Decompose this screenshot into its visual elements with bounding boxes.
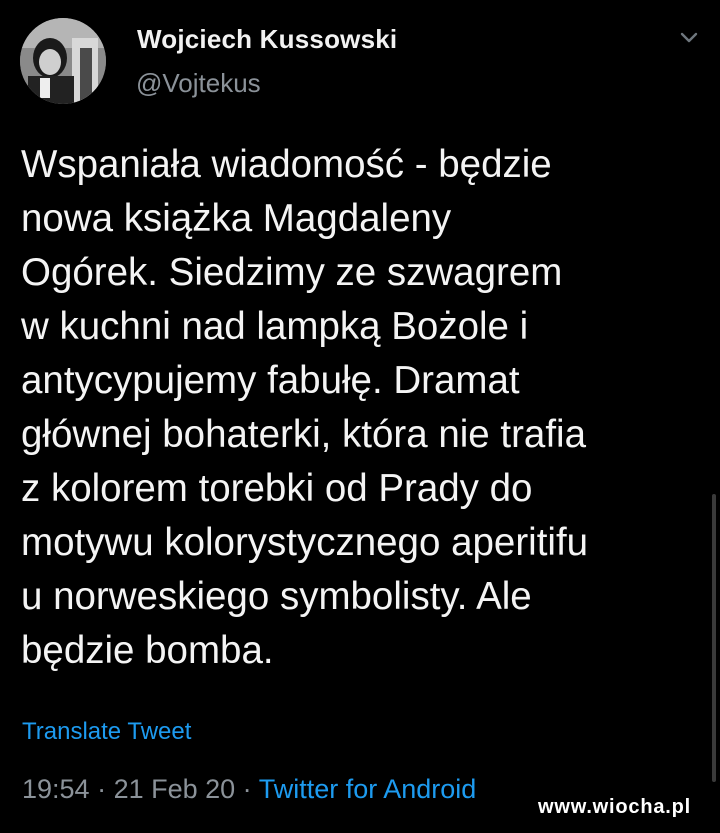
tweet-text-line: w kuchni nad lampką Bożole i	[21, 305, 529, 348]
tweet-time[interactable]: 19:54	[22, 774, 90, 804]
tweet-text-line: Wspaniała wiadomość - będzie	[21, 143, 552, 186]
tweet-meta: 19:54 · 21 Feb 20 · Twitter for Android	[22, 774, 476, 805]
tweet-text-line: Ogórek. Siedzimy ze szwagrem	[21, 251, 563, 294]
watermark: www.wiocha.pl	[538, 796, 692, 818]
translate-tweet-link[interactable]: Translate Tweet	[22, 718, 191, 746]
tweet-date[interactable]: 21 Feb 20	[114, 774, 236, 804]
tweet-card: Wojciech Kussowski @Vojtekus Wspaniała w…	[0, 0, 720, 833]
tweet-text-line: będzie bomba.	[21, 629, 274, 672]
tweet-source-link[interactable]: Twitter for Android	[259, 774, 477, 804]
scrollbar[interactable]	[712, 494, 716, 782]
meta-separator: ·	[235, 774, 259, 804]
avatar-photo	[20, 18, 106, 104]
author-name[interactable]: Wojciech Kussowski	[137, 24, 397, 55]
tweet-text-line: u norweskiego symbolisty. Ale	[21, 575, 532, 618]
tweet-text-line: motywu kolorystycznego aperitifu	[21, 521, 589, 564]
chevron-down-icon[interactable]	[676, 28, 702, 48]
meta-separator: ·	[89, 774, 114, 804]
tweet-text-line: nowa książka Magdaleny	[21, 197, 452, 240]
avatar[interactable]	[20, 18, 106, 104]
tweet-text-line: z kolorem torebki od Prady do	[21, 467, 533, 510]
tweet-text-line: antycypujemy fabułę. Dramat	[21, 359, 520, 402]
tweet-text-line: głównej bohaterki, która nie trafia	[21, 413, 586, 456]
tweet-text: Wspaniała wiadomość - będzie nowa książk…	[21, 138, 701, 678]
author-handle[interactable]: @Vojtekus	[136, 68, 261, 99]
